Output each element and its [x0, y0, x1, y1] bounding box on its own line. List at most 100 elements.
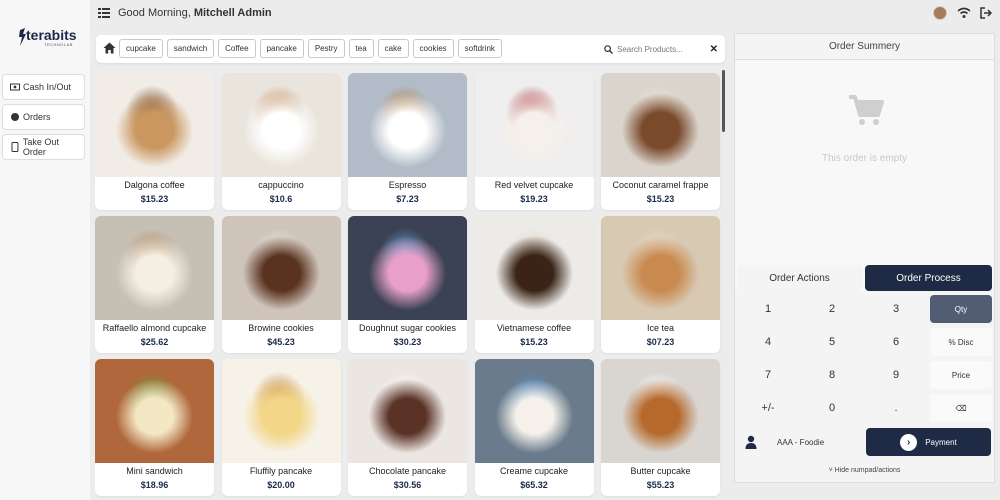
- product-name: Ice tea: [646, 323, 675, 333]
- product-image: [474, 216, 594, 320]
- category-chip-softdrink[interactable]: softdrink: [457, 39, 502, 58]
- numpad-7[interactable]: 7: [737, 361, 799, 389]
- product-price: $19.23: [520, 194, 548, 204]
- product-name: Mini sandwich: [126, 466, 183, 476]
- product-price: $55.23: [646, 480, 675, 490]
- sidebar-item-label: Cash In/Out: [23, 82, 72, 92]
- logout-icon[interactable]: [980, 7, 992, 19]
- order-summary-title: Order Summery: [735, 34, 994, 60]
- product-price: $30.23: [393, 337, 422, 347]
- numpad-6[interactable]: 6: [865, 328, 927, 356]
- product-name: Vietnamese coffee: [496, 323, 572, 333]
- qty-button[interactable]: Qty: [930, 295, 992, 323]
- product-price: $25.62: [140, 337, 169, 347]
- category-chip-cupcake[interactable]: cupcake: [119, 39, 163, 58]
- product-card[interactable]: Red velvet cupcake $19.23: [474, 73, 594, 210]
- backspace-icon[interactable]: ⌫: [930, 394, 992, 422]
- product-name: Butter cupcake: [630, 466, 691, 476]
- product-card[interactable]: Ice tea $07.23: [601, 216, 720, 353]
- category-chip-cookies[interactable]: cookies: [412, 39, 454, 58]
- product-image: [95, 73, 214, 177]
- product-image: [348, 73, 467, 177]
- product-card[interactable]: Coconut caramel frappe $15.23: [601, 73, 720, 210]
- product-price: $20.00: [267, 480, 295, 490]
- product-image: [95, 359, 214, 463]
- product-card[interactable]: Mini sandwich $18.96: [95, 359, 214, 496]
- customer-selector[interactable]: AAA - Foodie: [737, 427, 862, 457]
- product-search: ✕: [604, 39, 720, 59]
- decimal-button[interactable]: .: [865, 394, 927, 422]
- product-card[interactable]: Butter cupcake $55.23: [601, 359, 720, 496]
- wifi-icon: [957, 7, 971, 18]
- tab-order-process[interactable]: Order Process: [865, 265, 992, 291]
- plus-minus-button[interactable]: +/-: [737, 394, 799, 422]
- product-name: Coconut caramel frappe: [612, 180, 709, 190]
- order-lines-area: This order is empty: [735, 61, 994, 291]
- discount-button[interactable]: % Disc: [930, 328, 992, 356]
- category-chip-pancake[interactable]: pancake: [259, 39, 304, 58]
- product-grid: Dalgona coffee $15.23 cappuccino $10.6 Espre…: [95, 73, 721, 500]
- avatar[interactable]: [933, 6, 947, 20]
- product-card[interactable]: Raffaello almond cupcake $25.62: [95, 216, 214, 353]
- product-card[interactable]: Vietnamese coffee $15.23: [474, 216, 594, 353]
- tab-order-actions[interactable]: Order Actions: [737, 265, 862, 291]
- payment-label: Payment: [925, 437, 957, 447]
- product-card[interactable]: Dalgona coffee $15.23: [95, 73, 214, 210]
- sidebar-item-orders[interactable]: Orders: [2, 104, 85, 130]
- product-card[interactable]: Chocolate pancake $30.56: [348, 359, 467, 496]
- numpad-3[interactable]: 3: [865, 295, 927, 323]
- category-chip-pestry[interactable]: Pestry: [307, 39, 345, 58]
- product-card[interactable]: Creame cupcake $65.32: [474, 359, 594, 496]
- product-name: Raffaello almond cupcake: [102, 323, 207, 333]
- category-chip-cake[interactable]: cake: [377, 39, 409, 58]
- user-name: Mitchell Admin: [193, 7, 272, 19]
- product-card[interactable]: cappuccino $10.6: [221, 73, 341, 210]
- brand-tagline: TECHNOLAB: [44, 42, 73, 47]
- product-card[interactable]: Browine cookies $45.23: [221, 216, 341, 353]
- category-chips: cupcake sandwich Coffee pancake Pestry t…: [119, 39, 502, 58]
- product-name: Browine cookies: [248, 323, 314, 333]
- product-price: $15.23: [520, 337, 548, 347]
- product-card[interactable]: Espresso $7.23: [348, 73, 467, 210]
- greeting-text: Good Morning, Mitchell Admin: [118, 7, 272, 19]
- top-bar: Good Morning, Mitchell Admin: [90, 0, 1000, 28]
- numpad-0[interactable]: 0: [801, 394, 863, 422]
- numpad-8[interactable]: 8: [801, 361, 863, 389]
- close-icon[interactable]: ✕: [710, 44, 718, 55]
- sidebar-item-take-out-order[interactable]: Take Out Order: [2, 134, 85, 160]
- sidebar: terabits TECHNOLAB Cash In/Out Orders Ta…: [0, 0, 90, 500]
- numpad-9[interactable]: 9: [865, 361, 927, 389]
- numpad-5[interactable]: 5: [801, 328, 863, 356]
- product-image: [348, 359, 467, 463]
- sidebar-item-cash-in-out[interactable]: Cash In/Out: [2, 74, 85, 100]
- category-chip-sandwich[interactable]: sandwich: [166, 39, 215, 58]
- menu-list-icon[interactable]: [98, 8, 110, 18]
- price-button[interactable]: Price: [930, 361, 992, 389]
- product-image: [221, 216, 341, 320]
- numpad-2[interactable]: 2: [801, 295, 863, 323]
- scrollbar[interactable]: [722, 70, 725, 132]
- chevron-right-icon: ›: [900, 433, 918, 451]
- takeout-icon: [11, 142, 19, 152]
- sidebar-item-label: Take Out Order: [22, 137, 59, 157]
- product-price: $18.96: [140, 480, 169, 490]
- hide-numpad-toggle[interactable]: ˅ Hide numpad/actions: [735, 467, 994, 474]
- product-image: [474, 359, 594, 463]
- product-image: [601, 73, 720, 177]
- numpad-1[interactable]: 1: [737, 295, 799, 323]
- product-card[interactable]: Doughnut sugar cookies $30.23: [348, 216, 467, 353]
- payment-button[interactable]: › Payment: [866, 428, 991, 456]
- category-chip-coffee[interactable]: Coffee: [218, 39, 256, 58]
- cart-icon: [849, 95, 884, 125]
- product-name: Espresso: [388, 180, 427, 190]
- product-price: $65.32: [520, 480, 548, 490]
- product-card[interactable]: Fluffily pancake $20.00: [221, 359, 341, 496]
- brand-name: terabits: [26, 27, 77, 43]
- category-chip-tea[interactable]: tea: [348, 39, 374, 58]
- customer-name: AAA - Foodie: [777, 437, 825, 447]
- numpad-4[interactable]: 4: [737, 328, 799, 356]
- search-input[interactable]: [617, 44, 705, 54]
- orders-icon: [11, 113, 19, 121]
- search-icon: [604, 44, 613, 54]
- home-icon[interactable]: [103, 42, 116, 54]
